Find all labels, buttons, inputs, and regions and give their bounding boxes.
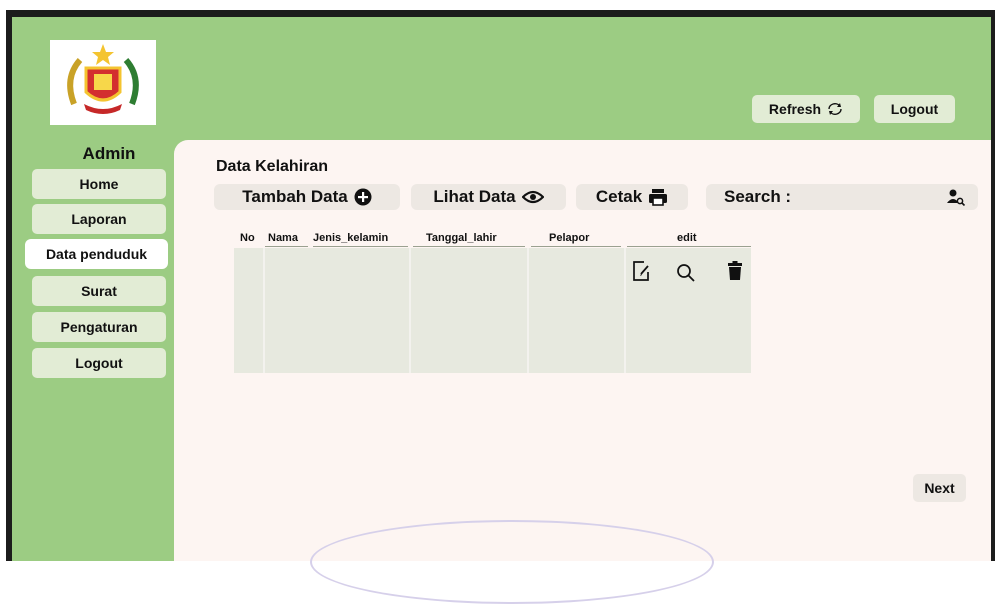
sidebar-item-logout[interactable]: Logout [32, 348, 166, 378]
refresh-button[interactable]: Refresh [752, 95, 860, 123]
app-window: Refresh Logout Admin Home Laporan Data p… [0, 0, 998, 604]
plus-circle-icon [354, 188, 372, 206]
sidebar-item-label: Logout [75, 355, 123, 371]
user-search-icon[interactable] [946, 188, 966, 211]
header-underline [265, 246, 308, 247]
column-divider [527, 248, 529, 373]
printer-icon [649, 189, 668, 206]
header-logout-button[interactable]: Logout [874, 95, 955, 123]
sidebar-item-surat[interactable]: Surat [32, 276, 166, 306]
column-header-no: No [240, 232, 255, 244]
next-label: Next [924, 480, 955, 496]
view-data-button[interactable]: Lihat Data [411, 184, 566, 210]
sidebar-item-home[interactable]: Home [32, 169, 166, 199]
window-left-border [6, 10, 12, 561]
print-button[interactable]: Cetak [576, 184, 688, 210]
column-divider [624, 248, 626, 373]
print-label: Cetak [595, 187, 643, 206]
column-header-edit: edit [677, 232, 697, 244]
sidebar-item-label: Data penduduk [45, 246, 148, 262]
header-underline [313, 246, 408, 247]
sidebar-item-laporan[interactable]: Laporan [32, 204, 166, 234]
sidebar-item-data-penduduk[interactable]: Data penduduk [25, 239, 168, 269]
column-divider [263, 248, 265, 373]
column-header-pelapor: Pelapor [549, 232, 590, 244]
regency-logo [50, 40, 156, 125]
sidebar-item-label: Pengaturan [60, 319, 138, 335]
eye-icon [521, 190, 544, 204]
emblem-icon [67, 44, 139, 114]
sidebar-item-label: Laporan [71, 211, 127, 227]
window-right-border [991, 10, 995, 561]
add-data-label: Tambah Data [242, 187, 348, 206]
sidebar-title: Admin [82, 144, 136, 163]
next-button[interactable]: Next [913, 474, 966, 502]
search-label: Search : [724, 187, 792, 206]
column-header-nama: Nama [268, 232, 298, 244]
sidebar-item-pengaturan[interactable]: Pengaturan [32, 312, 166, 342]
header-underline [413, 246, 525, 247]
header-underline [531, 246, 621, 247]
header-logout-label: Logout [890, 101, 939, 117]
sidebar-item-label: Home [79, 176, 119, 192]
sidebar-item-label: Surat [81, 283, 117, 299]
view-data-label: Lihat Data [433, 187, 516, 206]
data-table [234, 248, 751, 373]
refresh-label: Refresh [768, 101, 822, 117]
column-divider [409, 248, 411, 373]
window-top-border [6, 10, 993, 17]
column-header-tanggal-lahir: Tanggal_lahir [426, 232, 497, 244]
search-bar[interactable]: Search : [706, 184, 978, 210]
page-title: Data Kelahiran [216, 158, 329, 175]
edit-icon[interactable] [632, 261, 650, 286]
column-header-jenis-kelamin: Jenis_kelamin [313, 232, 389, 244]
header-underline [627, 246, 751, 247]
add-data-button[interactable]: Tambah Data [214, 184, 400, 210]
trash-icon[interactable] [727, 261, 743, 286]
search-icon[interactable] [676, 263, 696, 288]
watermark-ring [310, 520, 714, 604]
refresh-icon [828, 103, 842, 115]
